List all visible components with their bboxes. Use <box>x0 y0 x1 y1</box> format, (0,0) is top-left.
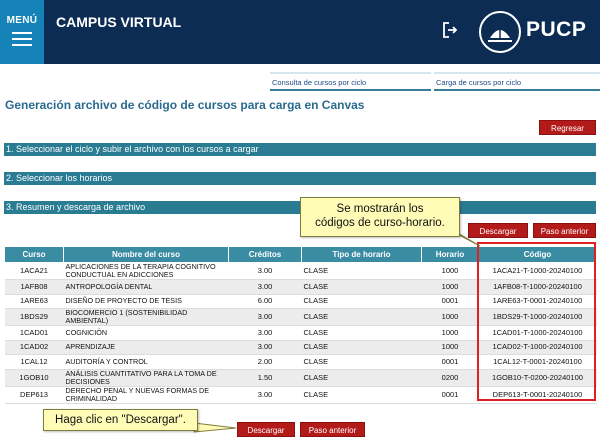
cell-curso: 1BDS29 <box>4 308 64 326</box>
cell-horario: 0001 <box>421 294 479 309</box>
cell-horario: 1000 <box>421 340 479 355</box>
cell-nombre: APLICACIONES DE LA TERAPIA COGNITIVO CON… <box>63 262 229 280</box>
logo-text: PUCP <box>526 18 587 41</box>
cell-nombre: ANTROPOLOGÍA DENTAL <box>63 279 229 295</box>
cell-curso: 1CAD02 <box>4 340 64 355</box>
callout-pointer-download <box>193 422 237 433</box>
cell-creditos: 6.00 <box>228 294 302 309</box>
cell-codigo: 1CAL12-T-0001-20240100 <box>478 354 597 370</box>
cell-nombre: APRENDIZAJE <box>63 340 229 355</box>
table-row: 1BDS29 BIOCOMERCIO 1 (SOSTENIBILIDAD AMB… <box>4 308 597 326</box>
descargar-button-bottom[interactable]: Descargar <box>237 422 295 437</box>
cell-creditos: 3.00 <box>228 340 302 355</box>
hamburger-icon <box>12 32 32 46</box>
menu-label: MENÚ <box>6 15 38 26</box>
regresar-button[interactable]: Regresar <box>539 120 596 135</box>
table-header-row: Curso Nombre del curso Créditos Tipo de … <box>4 246 597 263</box>
logout-icon[interactable] <box>441 21 459 39</box>
cell-horario: 1000 <box>421 262 479 280</box>
col-tipo-header: Tipo de horario <box>301 246 422 263</box>
cell-tipo: CLASE <box>301 369 422 387</box>
callout-codes-line1: Se mostrarán los <box>336 203 424 215</box>
table-row: 1GOB10 ANÁLISIS CUANTITATIVO PARA LA TOM… <box>4 369 597 387</box>
cell-curso: 1ACA21 <box>4 262 64 280</box>
section-1-header[interactable]: 1. Seleccionar el ciclo y subir el archi… <box>4 143 596 156</box>
cell-horario: 0200 <box>421 369 479 387</box>
link-consulta-cursos-label: Consulta de cursos por ciclo <box>272 78 367 87</box>
app-title: CAMPUS VIRTUAL <box>56 14 182 30</box>
cell-horario: 1000 <box>421 279 479 295</box>
table-row: DEP613 DERECHO PENAL Y NUEVAS FORMAS DE … <box>4 386 597 404</box>
col-codigo-header: Código <box>478 246 597 263</box>
cell-tipo: CLASE <box>301 340 422 355</box>
cell-curso: DEP613 <box>4 386 64 404</box>
link-consulta-cursos[interactable]: Consulta de cursos por ciclo <box>270 72 431 91</box>
table-row: 1CAD02 APRENDIZAJE 3.00 CLASE 1000 1CAD0… <box>4 340 597 355</box>
cell-codigo: 1GOB10-T-0200-20240100 <box>478 369 597 387</box>
paso-anterior-button-top[interactable]: Paso anterior <box>533 223 596 238</box>
cell-horario: 0001 <box>421 354 479 370</box>
col-curso-header: Curso <box>4 246 64 263</box>
cell-creditos: 3.00 <box>228 386 302 404</box>
cell-creditos: 3.00 <box>228 308 302 326</box>
page-title: Generación archivo de código de cursos p… <box>5 98 365 112</box>
cell-curso: 1CAD01 <box>4 325 64 341</box>
table-row: 1ARE63 DISEÑO DE PROYECTO DE TESIS 6.00 … <box>4 294 597 309</box>
cell-curso: 1ARE63 <box>4 294 64 309</box>
cell-nombre: BIOCOMERCIO 1 (SOSTENIBILIDAD AMBIENTAL) <box>63 308 229 326</box>
cell-nombre: ANÁLISIS CUANTITATIVO PARA LA TOMA DE DE… <box>63 369 229 387</box>
cell-horario: 0001 <box>421 386 479 404</box>
cell-creditos: 3.00 <box>228 325 302 341</box>
cell-codigo: 1AFB08-T-1000-20240100 <box>478 279 597 295</box>
cell-tipo: CLASE <box>301 325 422 341</box>
cell-codigo: 1CAD01-T-1000-20240100 <box>478 325 597 341</box>
col-nombre-header: Nombre del curso <box>63 246 229 263</box>
top-header: MENÚ CAMPUS VIRTUAL PUCP <box>0 0 600 64</box>
cell-codigo: 1ACA21-T-1000-20240100 <box>478 262 597 280</box>
callout-download: Haga clic en "Descargar". <box>43 409 198 431</box>
cell-curso: 1AFB08 <box>4 279 64 295</box>
paso-anterior-button-bottom[interactable]: Paso anterior <box>300 422 365 437</box>
cell-nombre: COGNICIÓN <box>63 325 229 341</box>
cell-tipo: CLASE <box>301 262 422 280</box>
cell-creditos: 3.00 <box>228 279 302 295</box>
table-row: 1CAL12 AUDITORÍA Y CONTROL 2.00 CLASE 00… <box>4 354 597 370</box>
cell-tipo: CLASE <box>301 386 422 404</box>
cell-curso: 1CAL12 <box>4 354 64 370</box>
col-horario-header: Horario <box>421 246 479 263</box>
link-carga-cursos[interactable]: Carga de cursos por ciclo <box>434 72 600 91</box>
table-row: 1CAD01 COGNICIÓN 3.00 CLASE 1000 1CAD01-… <box>4 325 597 341</box>
cell-curso: 1GOB10 <box>4 369 64 387</box>
cell-tipo: CLASE <box>301 308 422 326</box>
cell-nombre: DERECHO PENAL Y NUEVAS FORMAS DE CRIMINA… <box>63 386 229 404</box>
callout-codes-line2: códigos de curso-horario. <box>315 217 445 229</box>
cell-tipo: CLASE <box>301 294 422 309</box>
cell-tipo: CLASE <box>301 279 422 295</box>
callout-codes: Se mostrarán los códigos de curso-horari… <box>300 197 460 237</box>
cell-creditos: 2.00 <box>228 354 302 370</box>
col-creditos-header: Créditos <box>228 246 302 263</box>
table-row: 1AFB08 ANTROPOLOGÍA DENTAL 3.00 CLASE 10… <box>4 279 597 295</box>
courses-table: Curso Nombre del curso Créditos Tipo de … <box>4 246 597 404</box>
section-2-header[interactable]: 2. Seleccionar los horarios <box>4 172 596 185</box>
table-row: 1ACA21 APLICACIONES DE LA TERAPIA COGNIT… <box>4 262 597 280</box>
menu-button[interactable]: MENÚ <box>0 0 44 64</box>
cell-codigo: 1BDS29-T-1000-20240100 <box>478 308 597 326</box>
cell-tipo: CLASE <box>301 354 422 370</box>
cell-nombre: DISEÑO DE PROYECTO DE TESIS <box>63 294 229 309</box>
cell-codigo: 1CAD02-T-1000-20240100 <box>478 340 597 355</box>
descargar-button-top[interactable]: Descargar <box>468 223 528 238</box>
cell-codigo: 1ARE63-T-0001-20240100 <box>478 294 597 309</box>
cell-horario: 1000 <box>421 325 479 341</box>
cell-horario: 1000 <box>421 308 479 326</box>
cell-codigo: DEP613-T-0001-20240100 <box>478 386 597 404</box>
cell-creditos: 3.00 <box>228 262 302 280</box>
link-carga-cursos-label: Carga de cursos por ciclo <box>436 78 522 87</box>
cell-creditos: 1.50 <box>228 369 302 387</box>
cell-nombre: AUDITORÍA Y CONTROL <box>63 354 229 370</box>
